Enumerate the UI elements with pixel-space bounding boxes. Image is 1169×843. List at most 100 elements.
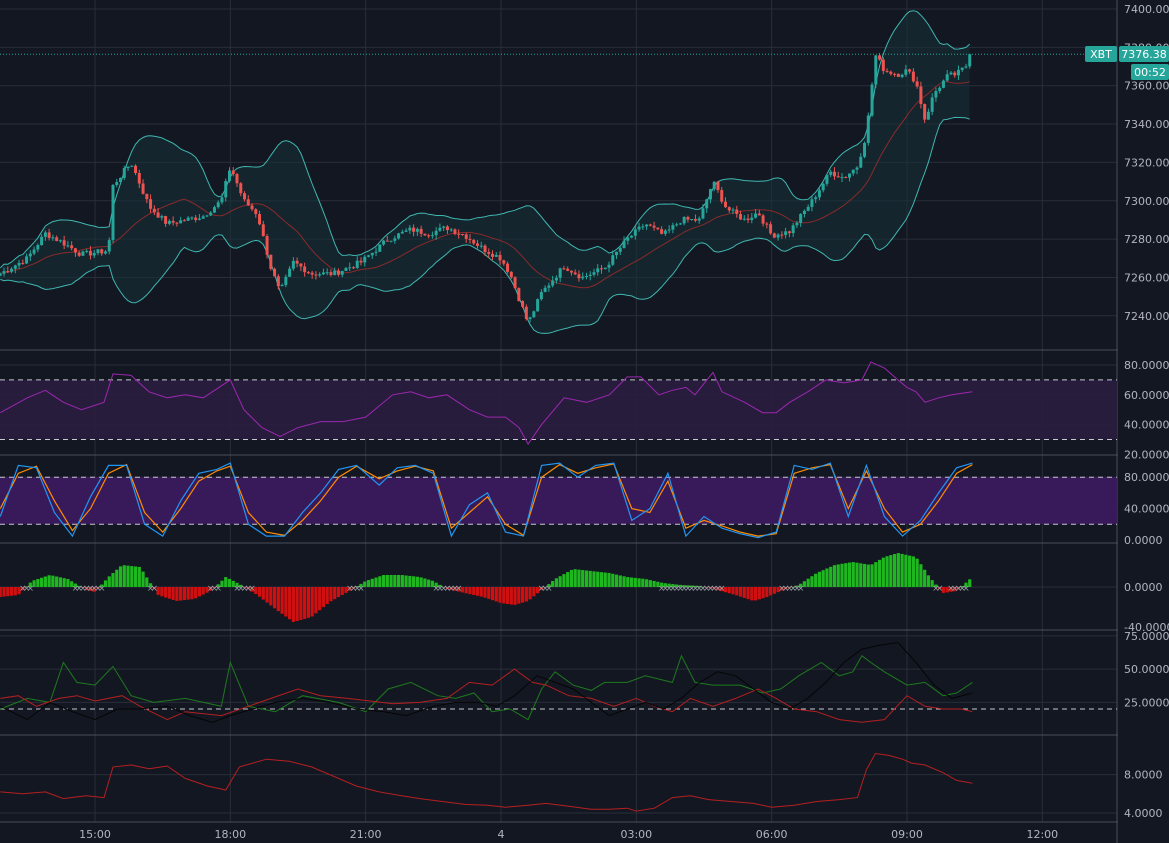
candle-body <box>723 201 727 208</box>
histogram-bar <box>524 587 528 602</box>
candle-body <box>735 209 739 214</box>
candle-body <box>220 197 224 203</box>
histogram-bar <box>280 587 284 614</box>
histogram-bar <box>919 564 923 587</box>
candle-body <box>697 218 701 221</box>
zero-cross-marker: × <box>797 584 805 594</box>
zero-cross-marker: × <box>962 584 970 594</box>
price-axis[interactable]: 7400.007380.007360.007340.007320.007300.… <box>1118 0 1169 843</box>
candle-body <box>543 287 547 292</box>
candle-body <box>611 255 615 265</box>
histogram-bar <box>750 587 754 601</box>
candle-body <box>246 199 250 206</box>
candle-body <box>776 234 780 238</box>
histogram-bar <box>224 577 228 587</box>
histogram-bar <box>596 571 600 587</box>
histogram-bar <box>122 565 126 587</box>
candle-body <box>325 272 329 274</box>
histogram-bar <box>746 587 750 600</box>
candle-body <box>182 220 186 222</box>
candle-body <box>536 299 540 312</box>
axis-tick-label: 7260.00 <box>1124 271 1169 284</box>
histogram-bar <box>885 556 889 587</box>
candle-body <box>799 214 803 223</box>
candle-body <box>55 237 59 241</box>
countdown-badge: 00:52 <box>1131 64 1169 80</box>
candle-body <box>73 248 77 253</box>
candle-body <box>81 251 85 256</box>
trading-chart[interactable]: ××× ×××××××× ×× ××× ××××× ×××× ××××××× ××× ×××××… <box>0 0 1169 843</box>
candle-body <box>141 183 145 194</box>
candle-body <box>825 174 829 184</box>
candle-body <box>393 238 397 241</box>
candle-body <box>261 224 265 237</box>
candle-body <box>156 212 160 218</box>
candle-body <box>615 251 619 256</box>
candle-body <box>750 217 754 220</box>
time-tick-label: 03:00 <box>620 828 652 841</box>
candle-body <box>427 235 431 237</box>
axis-tick-label: 50.0000 <box>1124 663 1169 676</box>
histogram-bar <box>468 587 472 595</box>
candle-body <box>216 202 220 208</box>
candle-body <box>389 240 393 242</box>
time-tick-label: 12:00 <box>1026 828 1058 841</box>
candle-body <box>938 87 942 92</box>
candle-body <box>96 249 100 253</box>
histogram-bar <box>381 575 386 587</box>
candle-body <box>558 268 562 278</box>
histogram-bar <box>851 562 855 587</box>
histogram-bar <box>257 587 262 597</box>
candle-body <box>626 237 630 241</box>
candle-body <box>810 199 814 207</box>
candle-body <box>445 226 449 231</box>
histogram-bar <box>175 587 179 601</box>
candle-body <box>506 263 510 272</box>
candle-body <box>171 220 175 223</box>
histogram-bar <box>141 571 145 587</box>
candle-body <box>475 243 479 246</box>
symbol-badge: XBT <box>1085 46 1117 62</box>
candle-body <box>682 217 686 224</box>
candle-body <box>288 268 292 277</box>
candle-body <box>878 55 882 60</box>
candle-body <box>739 213 743 220</box>
candle-body <box>103 251 107 254</box>
candle-body <box>197 218 201 220</box>
histogram-bar <box>761 587 765 599</box>
candle-body <box>866 115 870 144</box>
candle-body <box>908 69 912 72</box>
candle-body <box>945 74 949 81</box>
candle-body <box>400 231 404 234</box>
histogram-bar <box>836 564 840 587</box>
histogram-bar <box>904 554 908 587</box>
candle-body <box>167 220 171 224</box>
histogram-bar <box>562 574 566 587</box>
candle-body <box>149 199 153 209</box>
zero-cross-marker: × <box>151 584 159 594</box>
histogram-bar <box>738 587 743 597</box>
histogram-bar <box>396 575 401 587</box>
candle-body <box>92 252 96 256</box>
histogram-bar <box>648 580 652 587</box>
candle-body <box>806 206 810 211</box>
histogram-bar <box>415 576 419 587</box>
histogram-bar <box>190 587 194 600</box>
histogram-bar <box>487 587 491 599</box>
candle-body <box>603 267 607 270</box>
histogram-bar <box>288 587 292 620</box>
candle-body <box>832 171 836 177</box>
histogram-bar <box>926 575 931 587</box>
histogram-bar <box>558 576 562 587</box>
histogram-bar <box>908 555 912 587</box>
symbol-label: XBT <box>1090 48 1112 61</box>
histogram-bar <box>498 587 502 603</box>
histogram-bar <box>329 587 333 602</box>
candle-body <box>254 209 258 215</box>
candle-body <box>521 300 525 307</box>
candle-body <box>599 268 603 270</box>
histogram-bar <box>513 587 517 605</box>
candle-body <box>224 181 228 198</box>
histogram-bar <box>505 587 510 604</box>
histogram-bar <box>385 575 389 587</box>
